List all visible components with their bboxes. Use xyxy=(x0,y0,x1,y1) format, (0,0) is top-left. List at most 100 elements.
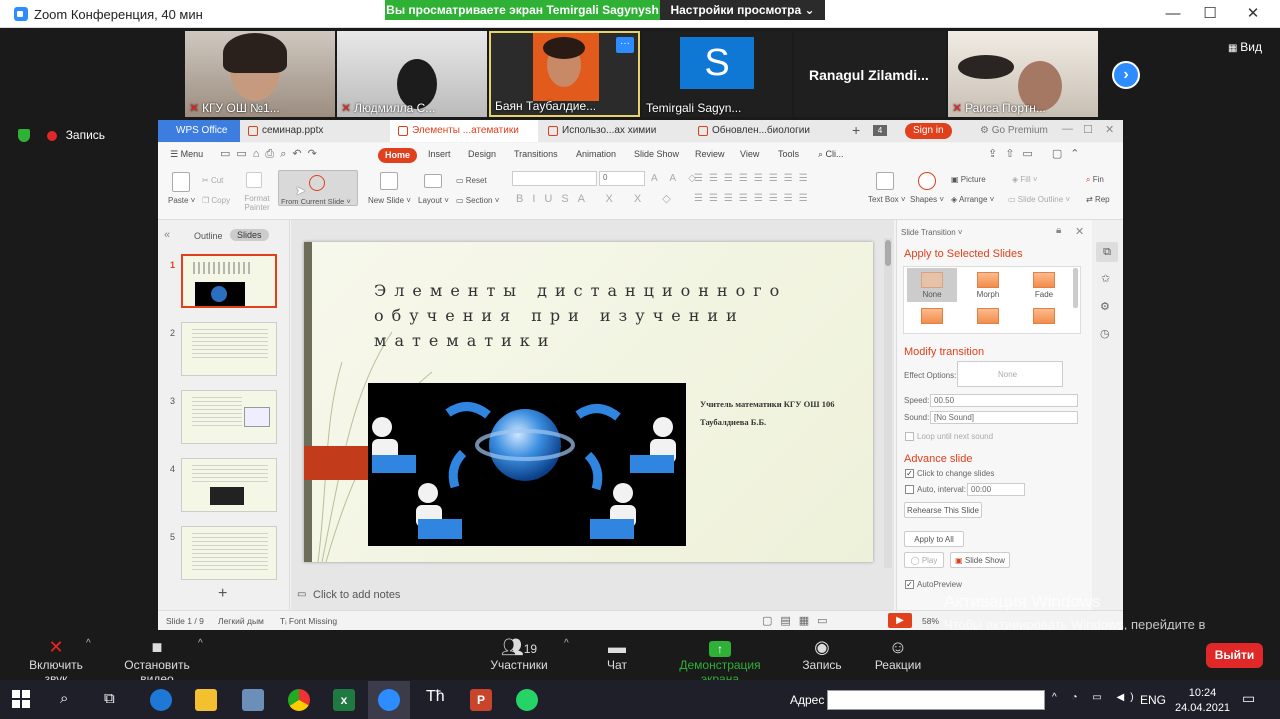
layout-label[interactable]: Layout ˅ xyxy=(418,196,449,205)
loop-checkbox[interactable] xyxy=(905,432,914,441)
slide-outline-button[interactable]: ▭ Slide Outline ˅ xyxy=(1008,195,1070,204)
align-buttons[interactable]: ☰☰☰☰☰☰☰☰ xyxy=(694,193,814,204)
from-current-slide-button[interactable]: From Current Slide ˅ xyxy=(278,170,358,206)
transition-item[interactable] xyxy=(1019,304,1069,332)
canvas-scrollbar[interactable] xyxy=(884,238,892,568)
view-mode-buttons[interactable]: ▢▤▦▭ xyxy=(762,614,836,627)
menu-button[interactable]: ☰ Menu xyxy=(170,149,203,160)
properties-icon[interactable]: ⚙ xyxy=(1100,300,1110,313)
menu-review[interactable]: Review xyxy=(695,149,725,159)
autopreview-checkbox[interactable]: ✓ xyxy=(905,580,914,589)
effect-options-select[interactable]: None xyxy=(957,361,1063,387)
new-slide-icon[interactable] xyxy=(380,172,398,190)
click-change-checkbox[interactable]: ✓ xyxy=(905,469,914,478)
tab-chemistry[interactable]: Использо...ах химии xyxy=(540,120,690,142)
view-toggle[interactable]: ▦ Вид xyxy=(1228,40,1262,54)
tab-elements-active[interactable]: Элементы ...атематики xyxy=(390,120,538,142)
new-tab-icon[interactable]: + xyxy=(852,122,860,138)
paste-label[interactable]: Paste ˅ xyxy=(168,196,195,205)
notifications-icon[interactable]: ▭ xyxy=(1242,690,1255,707)
paste-icon[interactable] xyxy=(172,172,190,192)
layout-icon[interactable] xyxy=(424,174,442,188)
format-painter-label[interactable]: Format Painter xyxy=(240,194,274,212)
transition-none[interactable]: None xyxy=(907,268,957,302)
menu-view[interactable]: View xyxy=(740,149,759,159)
slide-thumbnail-1[interactable] xyxy=(181,254,277,308)
app-icon[interactable] xyxy=(242,689,264,711)
font-name-select[interactable] xyxy=(512,171,597,186)
reactions-button[interactable]: ☺ Реакции xyxy=(874,636,922,672)
participant-tile-active[interactable]: ··· Баян Таубалдие... xyxy=(489,31,640,117)
slide-title[interactable]: Элементы дистанционного обучения при изу… xyxy=(374,278,854,353)
notes-area[interactable]: ▭ Click to add notes xyxy=(291,585,894,605)
copy-button[interactable]: ❐ Copy xyxy=(202,196,230,205)
gallery-scrollbar[interactable] xyxy=(1073,268,1078,308)
slide-picture[interactable] xyxy=(368,383,686,546)
transition-morph[interactable]: Morph xyxy=(963,268,1013,302)
tab-wps-office[interactable]: WPS Office xyxy=(158,120,240,142)
text-editor-icon[interactable]: Tħ xyxy=(426,688,445,706)
menu-search[interactable]: ⌕ Cli... xyxy=(818,149,844,160)
menu-right-icons[interactable]: ⇪⇧▭ ▢⌃ xyxy=(988,147,1088,160)
shapes-icon[interactable] xyxy=(918,172,936,190)
text-box-label[interactable]: Text Box ˅ xyxy=(868,195,906,204)
collapse-pane-icon[interactable]: « xyxy=(164,229,170,241)
new-slide-label[interactable]: New Slide ˅ xyxy=(368,196,411,205)
go-premium-button[interactable]: ⚙ Go Premium xyxy=(980,125,1048,136)
menu-home[interactable]: Home xyxy=(378,148,418,163)
tab-slides[interactable]: Slides xyxy=(230,229,269,241)
sound-select[interactable]: [No Sound] xyxy=(930,411,1078,424)
paragraph-buttons[interactable]: ☰☰☰☰☰☰☰☰ xyxy=(694,173,814,184)
menu-design[interactable]: Design xyxy=(468,149,496,159)
auto-interval-checkbox[interactable] xyxy=(905,485,914,494)
menu-animation[interactable]: Animation xyxy=(576,149,616,159)
stop-video-button[interactable]: ■ Остановить видео xyxy=(108,636,206,686)
close-button[interactable]: ✕ xyxy=(1238,4,1268,24)
text-box-icon[interactable] xyxy=(876,172,894,190)
picture-button[interactable]: ▣ Picture xyxy=(951,175,986,184)
pane-header[interactable]: Slide Transition ˅ xyxy=(901,228,963,237)
task-view-icon[interactable]: ⧉ xyxy=(104,690,115,707)
menu-slideshow[interactable]: Slide Show xyxy=(634,149,679,159)
tab-count-badge[interactable]: 4 xyxy=(873,125,887,136)
leave-button[interactable]: Выйти xyxy=(1206,643,1263,668)
tray-icons[interactable]: ^ ◔ ▭ ◀) xyxy=(1052,692,1140,703)
powerpoint-icon[interactable]: P xyxy=(470,689,492,711)
play-button[interactable]: ◯ Play xyxy=(904,552,944,568)
pane-close-icon[interactable]: ✕ xyxy=(1075,225,1084,238)
slide-author[interactable]: Учитель математики КГУ ОШ 106 Таубалдиев… xyxy=(700,395,870,431)
transition-item[interactable] xyxy=(907,304,957,332)
tab-seminar[interactable]: семинар.pptx xyxy=(240,120,385,142)
font-size-select[interactable]: 0 xyxy=(599,171,645,186)
language-indicator[interactable]: ENG xyxy=(1140,693,1166,707)
excel-icon[interactable]: x xyxy=(333,689,355,711)
rehearse-button[interactable]: Rehearse This Slide xyxy=(904,502,982,518)
arrange-button[interactable]: ◈ Arrange ˅ xyxy=(951,195,994,204)
fill-button[interactable]: ◈ Fill ˅ xyxy=(1012,175,1038,184)
tab-outline[interactable]: Outline xyxy=(194,231,223,241)
wps-restore-button[interactable]: ☐ xyxy=(1083,123,1093,136)
audio-options-icon[interactable]: ^ xyxy=(86,638,91,649)
maximize-button[interactable]: ☐ xyxy=(1195,4,1225,24)
replace-button[interactable]: ⇄ Rep xyxy=(1086,195,1110,204)
slide-show-button[interactable]: ▣ Slide Show xyxy=(950,552,1010,568)
wps-close-button[interactable]: ✕ xyxy=(1105,123,1114,136)
section-button[interactable]: ▭ Section ˅ xyxy=(456,196,499,205)
menu-tools[interactable]: Tools xyxy=(778,149,799,159)
slide-thumbnail-2[interactable] xyxy=(181,322,277,376)
participant-tile[interactable]: ✕ КГУ ОШ №1... xyxy=(185,31,335,117)
speed-input[interactable]: 00.50 xyxy=(930,394,1078,407)
windows-start-icon[interactable] xyxy=(12,690,30,708)
reset-button[interactable]: ▭ Reset xyxy=(456,176,487,185)
search-icon[interactable]: ⌕ xyxy=(60,690,68,707)
history-icon[interactable]: ◷ xyxy=(1100,327,1110,340)
cut-button[interactable]: ✂ Cut xyxy=(202,176,223,185)
tab-biology[interactable]: Обновлен...биологии xyxy=(690,120,840,142)
wps-minimize-button[interactable]: — xyxy=(1062,123,1073,135)
font-missing-button[interactable]: Tᵢ Font Missing xyxy=(280,616,337,626)
animation-icon[interactable]: ✩ xyxy=(1101,272,1110,285)
apply-all-button[interactable]: Apply to All xyxy=(904,531,964,547)
play-slideshow-icon[interactable]: ▶ xyxy=(888,613,912,628)
slide-thumbnail-3[interactable] xyxy=(181,390,277,444)
edge-icon[interactable] xyxy=(150,689,172,711)
